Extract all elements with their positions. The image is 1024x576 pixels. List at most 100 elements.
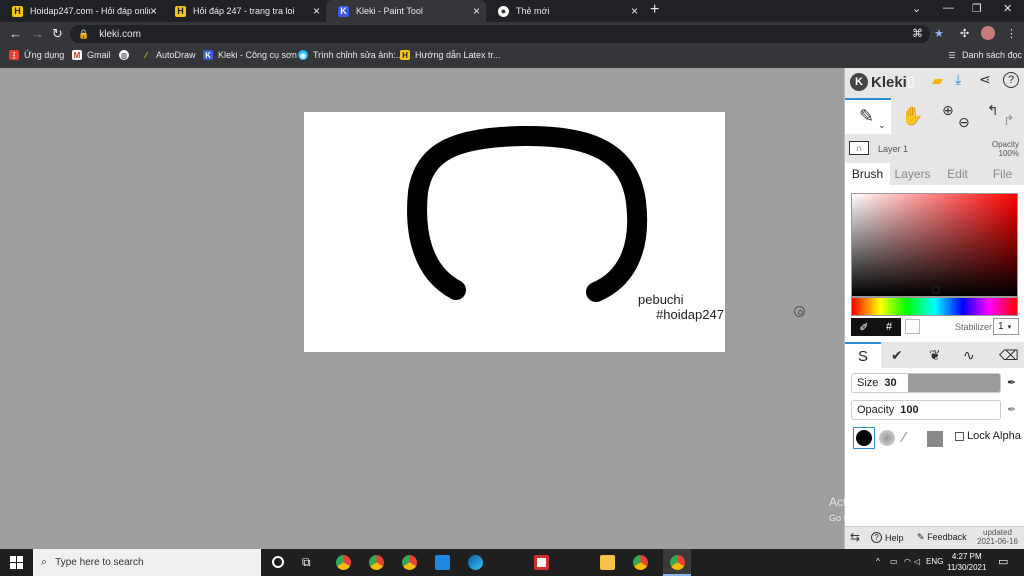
close-tab-icon[interactable]: × [150, 4, 157, 18]
bookmark-photo-editor[interactable]: ◉ Trình chỉnh sửa ảnh:... [298, 50, 403, 60]
forward-arrow-icon[interactable]: → [31, 26, 44, 41]
hand-icon[interactable]: ✋ [901, 106, 923, 127]
panel-tabs: Brush Layers Edit File [845, 163, 1024, 185]
task-view-icon[interactable]: ⧉ [302, 555, 311, 570]
color-saturation-picker[interactable] [851, 193, 1018, 297]
notification-icon[interactable]: ▭ [998, 555, 1008, 568]
new-image-icon[interactable]: ▯ [907, 73, 915, 90]
tab-file[interactable]: File [980, 163, 1024, 185]
extensions-puzzle-icon[interactable]: ✣ [960, 27, 969, 40]
tab-search-chevron-icon[interactable]: ⌄ [912, 2, 921, 15]
secondary-color-swatch[interactable] [905, 319, 920, 334]
swap-side-icon[interactable]: ⇆ [850, 530, 860, 544]
download-icon[interactable]: ⤓ [955, 71, 961, 88]
tab-brush[interactable]: Brush [845, 163, 890, 185]
bookmark-gmail[interactable]: M Gmail [72, 50, 111, 60]
tab-hoidap247-answers[interactable]: H Hỏi đáp 247 - trang tra loi × [163, 0, 326, 22]
reading-list-button[interactable]: ☰ Danh sách đọc [947, 50, 1022, 60]
eraser-icon[interactable]: ⌫ [999, 347, 1019, 364]
kleki-logo[interactable]: K Kleki [850, 73, 907, 91]
profile-avatar[interactable] [981, 26, 995, 40]
omnibox[interactable]: 🔒 kleki.com [70, 25, 930, 43]
size-label: Size [857, 377, 879, 389]
new-tab-plus-icon[interactable]: + [650, 1, 659, 19]
round-hard-tip-button[interactable] [853, 427, 875, 449]
wifi-icon[interactable]: ◠ [904, 557, 911, 566]
pressure-size-toggle-icon[interactable]: ✒ [1007, 376, 1016, 389]
zoom-out-icon[interactable]: ⊖ [958, 114, 970, 131]
chisel-tip-icon[interactable]: ⁄ [903, 429, 921, 447]
chrome-active-taskbar-icon[interactable] [633, 555, 648, 570]
bookmark-star-icon[interactable]: ★ [934, 27, 944, 40]
battery-icon[interactable]: ▭ [890, 557, 898, 566]
back-arrow-icon[interactable]: ← [9, 26, 22, 41]
color-picker-handle[interactable] [932, 286, 940, 294]
open-folder-icon[interactable]: ▰ [932, 72, 943, 89]
restore-icon[interactable]: ❐ [972, 2, 982, 15]
blend-brush-icon[interactable]: ✔ [891, 347, 903, 364]
edge-taskbar-icon[interactable] [468, 555, 483, 570]
bookmark-globe[interactable]: ◍ [119, 50, 134, 60]
tab-hoidap247[interactable]: H Hoidap247.com - Hỏi đáp online × [0, 0, 163, 22]
update-info[interactable]: updated 2021-06-16 [977, 528, 1018, 546]
sketchy-brush-icon[interactable]: ❦ [929, 347, 941, 364]
stabilizer-select[interactable]: 1 ▾ [993, 318, 1019, 335]
bookmark-apps[interactable]: ⋮ Ứng dụng [9, 50, 64, 60]
lock-alpha-checkbox[interactable] [955, 431, 964, 441]
tab-new-tab[interactable]: ● Thẻ mới × [486, 0, 644, 22]
close-tab-icon[interactable]: × [473, 4, 480, 18]
brush-tool-button[interactable]: ✎ ⌄ [845, 98, 891, 134]
chrome-profile-taskbar-icon[interactable] [369, 555, 384, 570]
chevron-down-icon: ▾ [1007, 323, 1012, 331]
windows-start-icon[interactable] [10, 556, 23, 569]
tab-kleki-paint-tool[interactable]: K Kleki - Paint Tool × [326, 0, 486, 22]
close-window-icon[interactable]: ✕ [1003, 2, 1012, 15]
tray-chevron-icon[interactable]: ^ [876, 557, 880, 566]
layer-thumbnail-icon[interactable]: ∩ [849, 141, 869, 155]
redo-icon[interactable]: ↱ [1003, 112, 1015, 129]
eyedropper-icon[interactable]: ✐ [851, 318, 877, 336]
pen-brush-icon[interactable]: S [845, 342, 881, 368]
hue-slider[interactable] [851, 297, 1018, 316]
layer-row[interactable]: ∩ Layer 1 Opacity 100% [845, 138, 1024, 160]
shape-brush-icon[interactable]: ∿ [963, 347, 975, 364]
chrome-profile2-taskbar-icon[interactable] [402, 555, 417, 570]
lock-alpha-control[interactable]: Lock Alpha [955, 430, 1021, 442]
cortana-icon[interactable] [272, 556, 284, 568]
brush-opacity-slider[interactable]: Opacity 100 [851, 400, 1001, 420]
tab-edit[interactable]: Edit [935, 163, 980, 185]
store-taskbar-icon[interactable] [534, 555, 549, 570]
zoom-in-icon[interactable]: ⊕ [942, 102, 954, 119]
bookmark-kleki[interactable]: K Kleki - Công cụ sơn [203, 50, 297, 60]
square-tip-icon[interactable] [927, 431, 943, 447]
clock[interactable]: 4:27 PM 11/30/2021 [947, 551, 986, 573]
reload-icon[interactable]: ↻ [52, 26, 63, 42]
bookmark-latex-guide[interactable]: H Hướng dẫn Latex tr... [400, 50, 500, 60]
round-soft-tip-icon[interactable] [879, 430, 895, 446]
taskbar-search-box[interactable]: ⌕ Type here to search [33, 549, 261, 576]
help-button[interactable]: ? Help [871, 532, 904, 543]
help-circle-icon[interactable]: ? [1003, 72, 1019, 88]
language-indicator[interactable]: ENG [926, 557, 943, 566]
size-slider[interactable]: Size 30 [851, 373, 1001, 393]
app-taskbar-icon[interactable] [435, 555, 450, 570]
close-tab-icon[interactable]: × [631, 4, 638, 18]
hex-input-button[interactable]: # [877, 318, 901, 336]
drawing-canvas[interactable]: pebuchi #hoidap247 [304, 112, 725, 352]
canvas-viewport[interactable]: pebuchi #hoidap247 [0, 68, 844, 549]
pressure-opacity-toggle-icon[interactable]: ✒ [1007, 403, 1016, 416]
lock-icon[interactable]: 🔒 [78, 29, 89, 40]
translate-icon[interactable]: ⌘ [912, 27, 923, 40]
undo-icon[interactable]: ↰ [987, 102, 999, 119]
file-explorer-icon[interactable] [600, 555, 615, 570]
close-tab-icon[interactable]: × [313, 4, 320, 18]
menu-kebab-icon[interactable]: ⋮ [1006, 27, 1017, 40]
bookmark-autodraw[interactable]: ⁄ AutoDraw [141, 50, 195, 60]
chrome-taskbar-icon[interactable] [336, 555, 351, 570]
tab-layers[interactable]: Layers [890, 163, 935, 185]
minimize-icon[interactable]: — [943, 2, 954, 14]
volume-icon[interactable]: ◁ [914, 557, 920, 566]
active-app-highlight[interactable] [663, 549, 691, 576]
feedback-button[interactable]: ✎ Feedback [917, 532, 967, 543]
share-icon[interactable]: ⋖ [979, 71, 991, 88]
